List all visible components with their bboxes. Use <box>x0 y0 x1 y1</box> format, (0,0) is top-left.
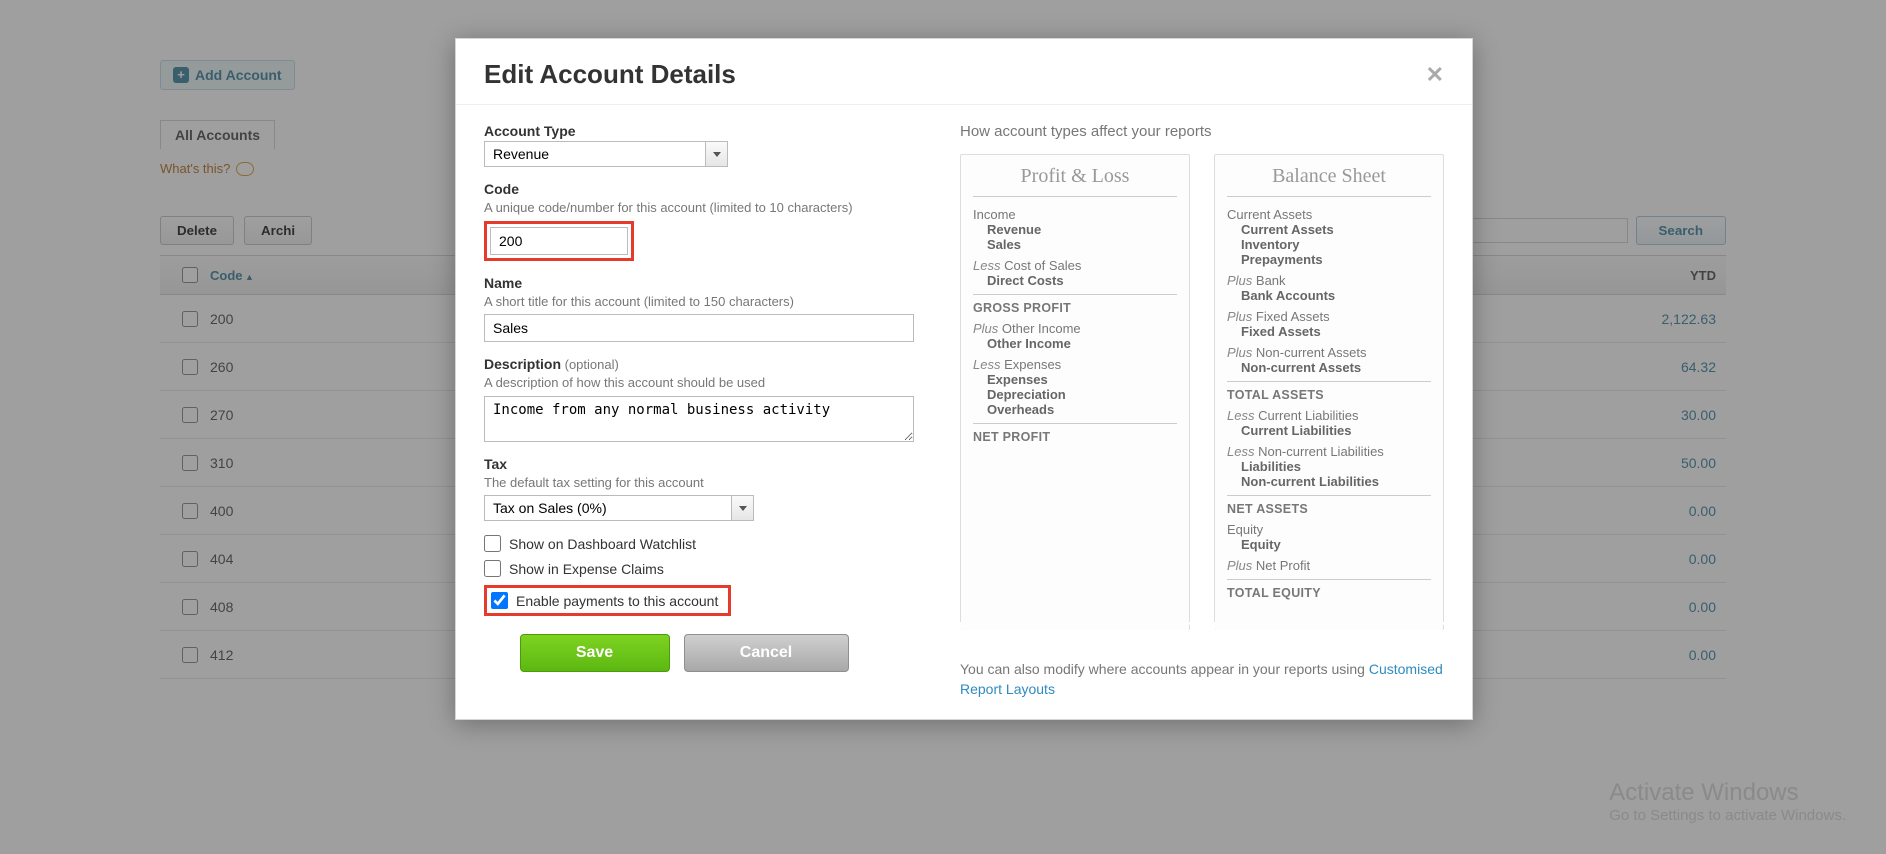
payments-checkbox-row[interactable]: Enable payments to this account <box>491 592 718 609</box>
pl-net-profit: NET PROFIT <box>973 430 1177 444</box>
cancel-button[interactable]: Cancel <box>684 634 849 672</box>
pl-direct-costs: Direct Costs <box>987 273 1177 288</box>
save-button[interactable]: Save <box>520 634 670 672</box>
bs-equity-sub: Equity <box>1241 537 1431 552</box>
dashboard-checkbox[interactable] <box>484 535 501 552</box>
bs-inventory: Inventory <box>1241 237 1431 252</box>
tax-label: Tax <box>484 456 940 472</box>
bs-net-assets: NET ASSETS <box>1227 502 1431 516</box>
expense-checkbox-label: Show in Expense Claims <box>509 561 664 577</box>
bs-fixed: Fixed Assets <box>1241 324 1431 339</box>
pl-depreciation: Depreciation <box>987 387 1177 402</box>
bs-ncl: Non-current Liabilities <box>1241 474 1431 489</box>
bs-bank: Bank Accounts <box>1241 288 1431 303</box>
activate-title: Activate Windows <box>1609 779 1846 807</box>
bs-equity: Equity <box>1227 522 1431 537</box>
close-icon[interactable]: ✕ <box>1426 62 1444 88</box>
expense-checkbox-row[interactable]: Show in Expense Claims <box>484 560 940 577</box>
chevron-down-icon[interactable] <box>706 141 728 167</box>
activate-sub: Go to Settings to activate Windows. <box>1609 807 1846 824</box>
pl-expenses: Expenses <box>987 372 1177 387</box>
expense-checkbox[interactable] <box>484 560 501 577</box>
bs-ca: Current Assets <box>1227 207 1431 222</box>
pl-overheads: Overheads <box>987 402 1177 417</box>
description-help: A description of how this account should… <box>484 374 940 392</box>
edit-account-modal: Edit Account Details ✕ Account Type Code… <box>455 38 1473 720</box>
pl-title: Profit & Loss <box>973 165 1177 197</box>
pl-revenue: Revenue <box>987 222 1177 237</box>
name-label: Name <box>484 275 940 291</box>
bs-liab: Liabilities <box>1241 459 1431 474</box>
modal-title: Edit Account Details <box>484 59 736 90</box>
code-highlight <box>484 221 634 261</box>
bs-prepayments: Prepayments <box>1241 252 1431 267</box>
tax-value[interactable] <box>484 495 732 521</box>
info-heading: How account types affect your reports <box>960 123 1444 140</box>
pl-other-income: Other Income <box>987 336 1177 351</box>
balance-sheet-card: Balance Sheet Current Assets Current Ass… <box>1214 154 1444 630</box>
bs-nca: Non-current Assets <box>1241 360 1431 375</box>
pl-sales: Sales <box>987 237 1177 252</box>
payments-highlight: Enable payments to this account <box>484 585 731 616</box>
tax-help: The default tax setting for this account <box>484 474 940 492</box>
footer-note: You can also modify where accounts appea… <box>960 660 1444 699</box>
description-label: Description (optional) <box>484 356 940 372</box>
bs-cl: Current Liabilities <box>1241 423 1431 438</box>
code-input[interactable] <box>490 227 628 255</box>
bs-title: Balance Sheet <box>1227 165 1431 197</box>
name-help: A short title for this account (limited … <box>484 293 940 311</box>
tax-select[interactable] <box>484 495 754 521</box>
payments-checkbox[interactable] <box>491 592 508 609</box>
description-input[interactable]: Income from any normal business activity <box>484 396 914 442</box>
code-help: A unique code/number for this account (l… <box>484 199 940 217</box>
name-input[interactable] <box>484 314 914 342</box>
pl-income: Income <box>973 207 1177 222</box>
bs-total-equity: TOTAL EQUITY <box>1227 586 1431 600</box>
profit-loss-card: Profit & Loss Income Revenue Sales Less … <box>960 154 1190 630</box>
bs-ca-sub: Current Assets <box>1241 222 1431 237</box>
code-label: Code <box>484 181 940 197</box>
dashboard-checkbox-label: Show on Dashboard Watchlist <box>509 536 696 552</box>
chevron-down-icon[interactable] <box>732 495 754 521</box>
pl-gross-profit: GROSS PROFIT <box>973 301 1177 315</box>
dashboard-checkbox-row[interactable]: Show on Dashboard Watchlist <box>484 535 940 552</box>
account-type-label: Account Type <box>484 123 940 139</box>
payments-checkbox-label: Enable payments to this account <box>516 593 718 609</box>
activate-windows-watermark: Activate Windows Go to Settings to activ… <box>1609 779 1846 824</box>
account-type-value[interactable] <box>484 141 706 167</box>
bs-total-assets: TOTAL ASSETS <box>1227 388 1431 402</box>
account-type-select[interactable] <box>484 141 728 167</box>
